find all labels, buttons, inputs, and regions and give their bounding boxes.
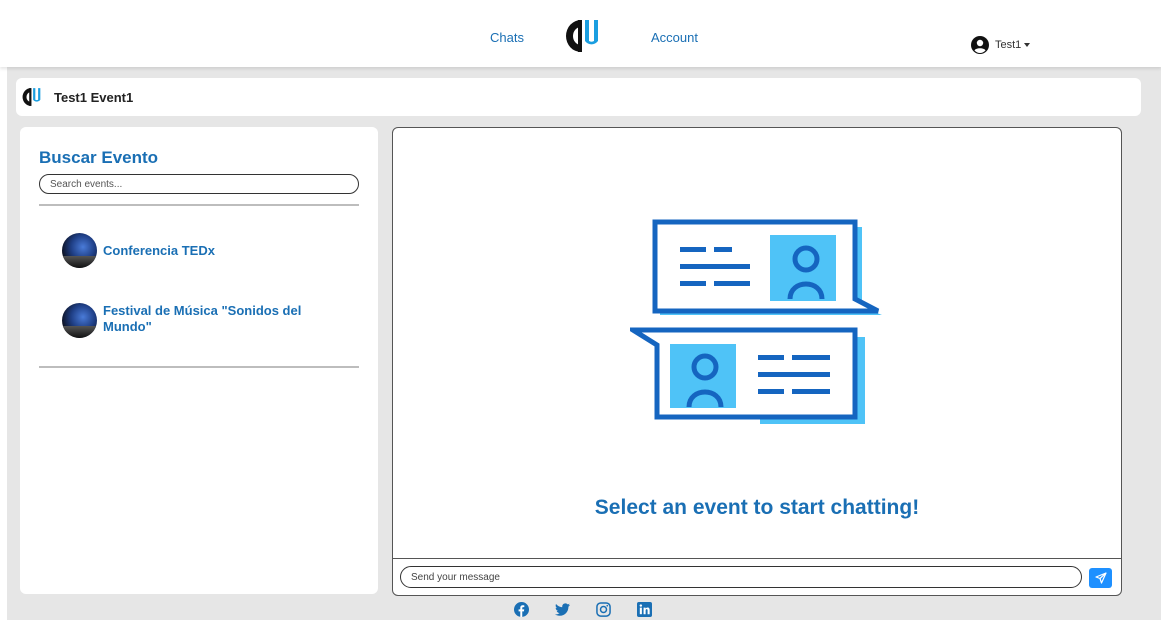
top-navbar: Chats Account Test1 — [0, 0, 1161, 67]
user-circle-icon — [971, 36, 989, 54]
panel-heading: Buscar Evento — [39, 148, 159, 167]
event-title-bar: Test1 Event1 — [16, 78, 1141, 116]
event-title: Test1 Event1 — [54, 89, 134, 105]
chat-footer-divider — [393, 558, 1121, 559]
event-name: Conferencia TEDx — [103, 243, 215, 258]
user-menu-dropdown[interactable]: Test1 — [971, 36, 1031, 54]
divider — [39, 204, 359, 206]
nav-chats-link[interactable]: Chats — [490, 30, 524, 45]
send-button[interactable] — [1089, 568, 1112, 588]
chevron-down-icon — [1024, 43, 1031, 47]
nav-account-link[interactable]: Account — [651, 30, 698, 45]
event-list-item[interactable]: Conferencia TEDx — [62, 233, 313, 268]
message-input[interactable] — [400, 566, 1082, 588]
social-links — [514, 602, 652, 617]
cu-logo-icon[interactable] — [565, 17, 601, 55]
search-events-input[interactable] — [39, 174, 359, 194]
events-panel: Buscar Evento Conferencia TEDx Festival … — [20, 127, 378, 594]
linkedin-icon[interactable] — [637, 602, 652, 617]
instagram-icon[interactable] — [596, 602, 611, 617]
event-list-item[interactable]: Festival de Música "Sonidos del Mundo" — [62, 303, 313, 338]
facebook-icon[interactable] — [514, 602, 529, 617]
user-name-label: Test1 — [995, 39, 1022, 51]
chat-cards-illustration-icon — [630, 219, 882, 424]
event-thumbnail — [62, 233, 97, 268]
chat-empty-state-text: Select an event to start chatting! — [594, 496, 920, 519]
divider — [39, 366, 359, 368]
twitter-icon[interactable] — [555, 602, 570, 617]
chat-panel: Select an event to start chatting! — [392, 127, 1122, 596]
paper-plane-icon — [1094, 572, 1107, 584]
cu-logo-icon — [22, 88, 41, 106]
event-thumbnail — [62, 303, 97, 338]
event-name: Festival de Música "Sonidos del Mundo" — [103, 303, 302, 334]
